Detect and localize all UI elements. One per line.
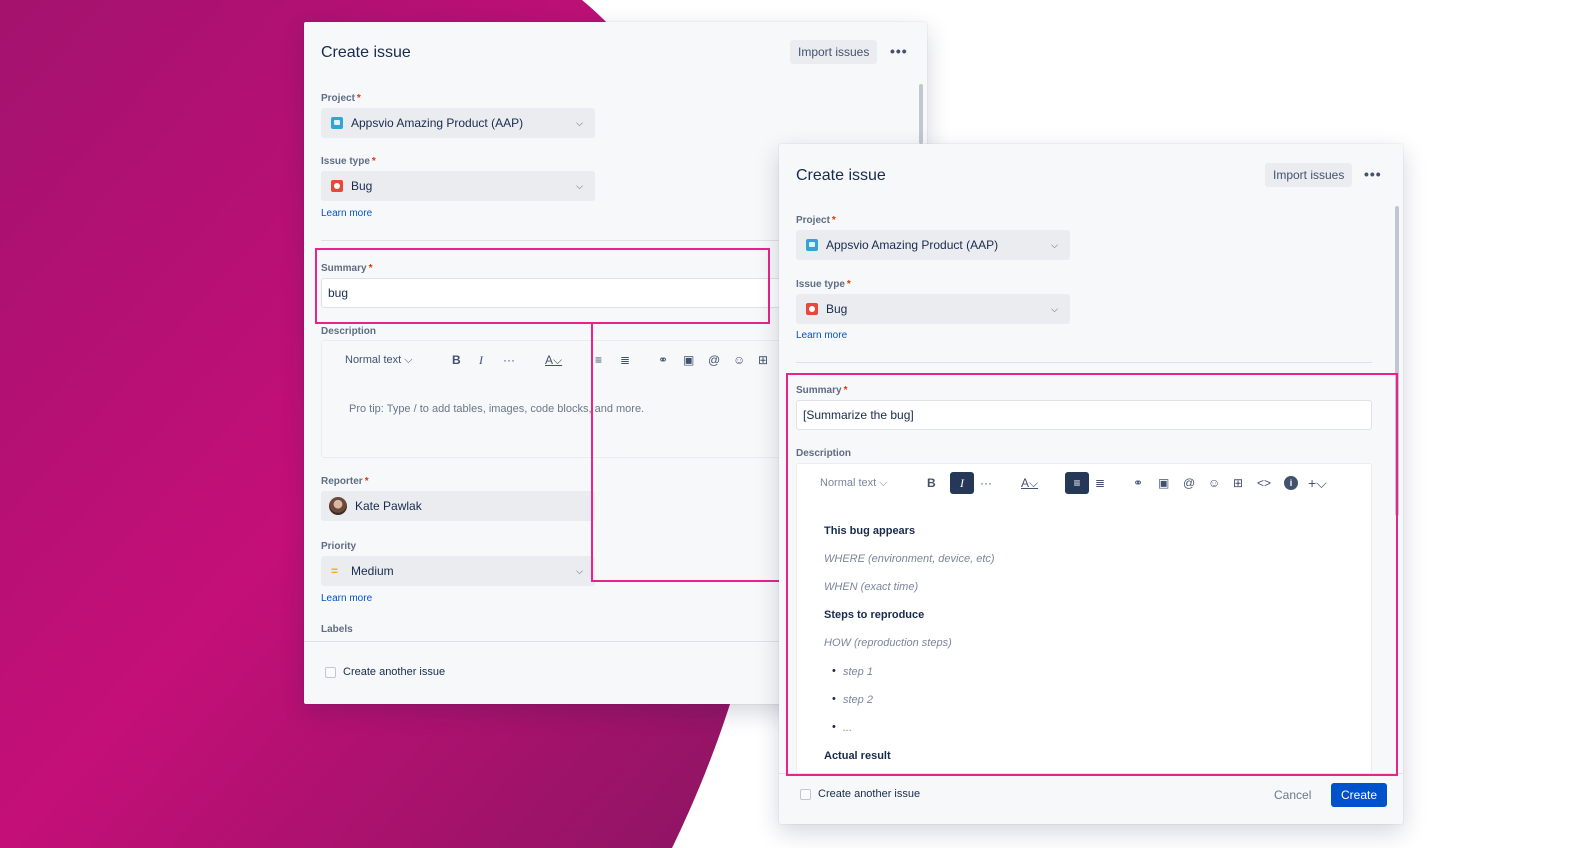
issue-type-label: Issue type * (321, 156, 376, 167)
more-formatting-icon[interactable]: ··· (503, 349, 515, 371)
chevron-down-icon: ⌵ (576, 566, 583, 576)
priority-medium-icon: = (331, 564, 339, 578)
chevron-down-icon: ⌵ (1051, 304, 1058, 314)
issue-type-label: Issue type * (796, 279, 851, 290)
summary-highlight-front (786, 373, 1398, 776)
project-label: Project * (321, 93, 361, 104)
project-label: Project * (796, 215, 836, 226)
dialog-title: Create issue (321, 44, 411, 61)
text-style-dropdown[interactable]: Normal text ⌵ (345, 354, 413, 367)
more-actions-icon[interactable]: ••• (1364, 166, 1382, 182)
create-another-checkbox[interactable] (325, 667, 336, 678)
create-another-checkbox[interactable] (800, 789, 811, 800)
project-icon (806, 239, 818, 251)
learn-more-link[interactable]: Learn more (321, 593, 372, 604)
bug-icon (806, 303, 818, 315)
priority-select[interactable]: = Medium ⌵ (321, 556, 595, 586)
priority-value: Medium (351, 564, 394, 578)
project-select[interactable]: Appsvio Amazing Product (AAP) ⌵ (321, 108, 595, 138)
scrollbar[interactable] (919, 84, 923, 144)
reporter-select[interactable]: Kate Pawlak (321, 491, 595, 521)
reporter-value: Kate Pawlak (355, 499, 422, 513)
avatar (329, 497, 347, 515)
create-another-label: Create another issue (818, 788, 921, 800)
issue-type-select[interactable]: Bug ⌵ (321, 171, 595, 201)
project-icon (331, 117, 343, 129)
create-another-label: Create another issue (343, 666, 446, 678)
divider (796, 362, 1372, 363)
project-value: Appsvio Amazing Product (AAP) (826, 238, 999, 252)
italic-icon[interactable]: I (479, 349, 483, 371)
summary-highlight-back (315, 248, 770, 324)
highlight-connector (591, 322, 787, 582)
bug-icon (331, 180, 343, 192)
text-color-icon[interactable]: A⌵ (545, 349, 562, 371)
import-issues-button[interactable]: Import issues (790, 40, 878, 64)
description-label: Description (321, 326, 377, 337)
import-issues-button[interactable]: Import issues (1265, 163, 1353, 187)
cancel-button[interactable]: Cancel (1274, 783, 1311, 807)
stage: Create issue Import issues ••• Project * … (0, 0, 1581, 848)
issue-type-value: Bug (826, 302, 848, 316)
more-actions-icon[interactable]: ••• (890, 43, 908, 59)
chevron-down-icon: ⌵ (576, 118, 583, 128)
learn-more-link[interactable]: Learn more (796, 330, 847, 341)
project-select[interactable]: Appsvio Amazing Product (AAP) ⌵ (796, 230, 1070, 260)
issue-type-value: Bug (351, 179, 373, 193)
dialog-title: Create issue (796, 167, 886, 184)
reporter-label: Reporter * (321, 476, 369, 487)
chevron-down-icon: ⌵ (576, 181, 583, 191)
bold-icon[interactable]: B (452, 349, 461, 371)
issue-type-select[interactable]: Bug ⌵ (796, 294, 1070, 324)
labels-label: Labels (321, 624, 353, 635)
priority-label: Priority (321, 541, 357, 552)
create-button[interactable]: Create (1331, 783, 1388, 807)
chevron-down-icon: ⌵ (1051, 240, 1058, 250)
learn-more-link[interactable]: Learn more (321, 208, 372, 219)
project-value: Appsvio Amazing Product (AAP) (351, 116, 524, 130)
